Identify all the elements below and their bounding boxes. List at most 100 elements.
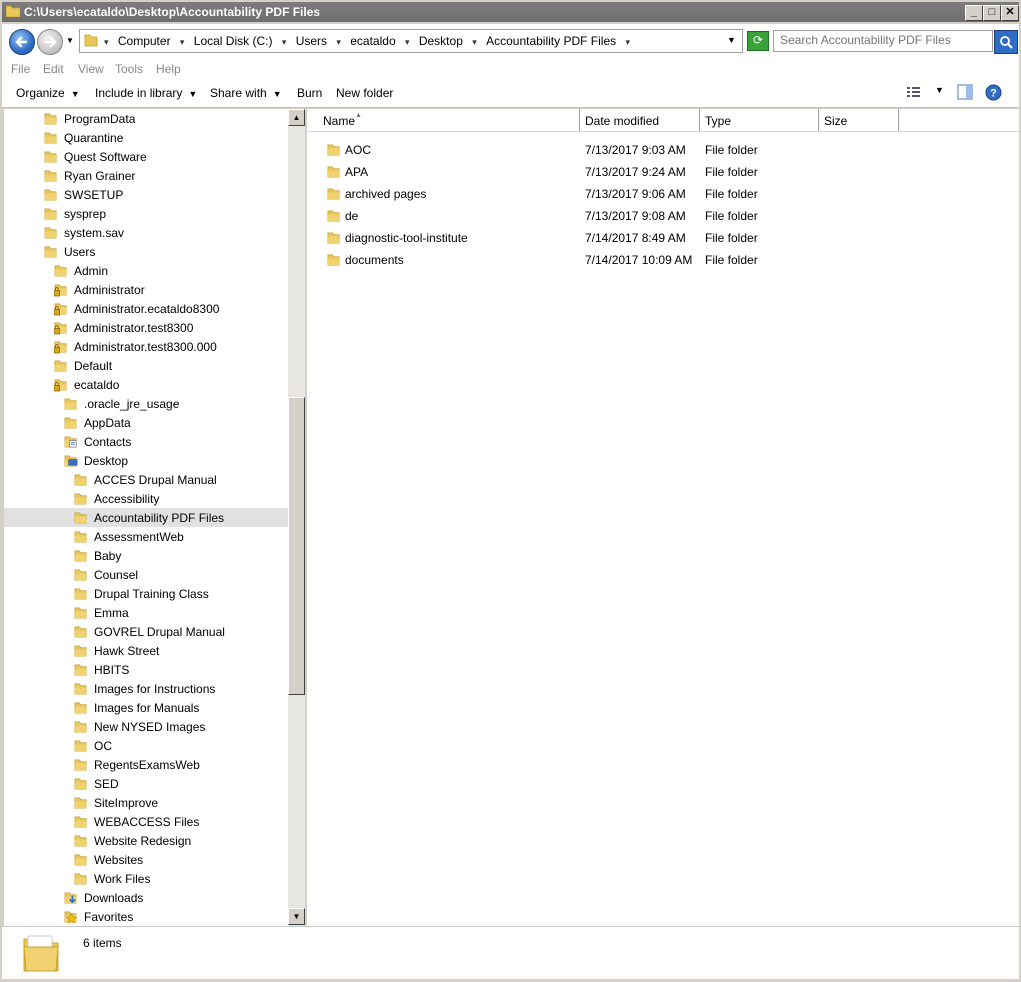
nav-item[interactable]: HBITS <box>4 660 288 679</box>
nav-item[interactable]: SED <box>4 774 288 793</box>
crumb-users[interactable]: Users <box>296 34 327 48</box>
new-folder-button[interactable]: New folder <box>336 86 393 100</box>
share-with-button[interactable]: Share with ▼ <box>210 86 282 100</box>
nav-item[interactable]: Admin <box>4 261 288 280</box>
chevron-down-icon[interactable]: ▾ <box>472 37 477 47</box>
nav-item[interactable]: Emma <box>4 603 288 622</box>
navigation-scrollbar[interactable]: ▲ ▼ <box>288 109 305 926</box>
maximize-button[interactable]: □ <box>983 5 1001 21</box>
nav-item[interactable]: OC <box>4 736 288 755</box>
nav-item[interactable]: ecataldo <box>4 375 288 394</box>
file-row[interactable]: diagnostic-tool-institute 7/14/2017 8:49 … <box>307 226 1019 248</box>
title-bar[interactable]: C:\Users\ecataldo\Desktop\Accountability… <box>2 2 1019 22</box>
navigation-pane[interactable]: ProgramData Quarantine Quest Software Ryan … <box>4 109 288 926</box>
nav-item[interactable]: Drupal Training Class <box>4 584 288 603</box>
help-button[interactable]: ? <box>985 84 1002 104</box>
address-history-dropdown[interactable]: ▼ <box>727 35 736 45</box>
chevron-down-icon[interactable]: ▾ <box>405 37 410 47</box>
crumb-desktop[interactable]: Desktop <box>419 34 463 48</box>
nav-item[interactable]: RegentsExamsWeb <box>4 755 288 774</box>
menu-help[interactable]: Help <box>156 62 181 76</box>
nav-item[interactable]: sysprep <box>4 204 288 223</box>
file-row[interactable]: archived pages 7/13/2017 9:06 AM File fold… <box>307 182 1019 204</box>
nav-item[interactable]: SiteImprove <box>4 793 288 812</box>
crumb-accountability[interactable]: Accountability PDF Files <box>486 34 616 48</box>
chevron-down-icon[interactable]: ▾ <box>180 37 185 47</box>
address-bar[interactable]: ▾ Computer ▾ Local Disk (C:) ▾ Users ▾ e… <box>79 29 743 53</box>
forward-button[interactable] <box>37 29 63 55</box>
nav-item[interactable]: WEBACCESS Files <box>4 812 288 831</box>
burn-button[interactable]: Burn <box>297 86 322 100</box>
nav-item[interactable]: GOVREL Drupal Manual <box>4 622 288 641</box>
close-button[interactable]: ✕ <box>1001 5 1019 21</box>
chevron-down-icon[interactable]: ▾ <box>625 37 630 47</box>
nav-item[interactable]: Accessibility <box>4 489 288 508</box>
nav-item[interactable]: Accountability PDF Files <box>4 508 288 527</box>
preview-pane-button[interactable] <box>957 84 973 103</box>
file-row[interactable]: documents 7/14/2017 10:09 AM File folder <box>307 248 1019 270</box>
menu-view[interactable]: View <box>78 62 104 76</box>
nav-item[interactable]: .oracle_jre_usage <box>4 394 288 413</box>
search-box[interactable] <box>773 30 993 52</box>
nav-item[interactable]: Administrator.test8300 <box>4 318 288 337</box>
search-input[interactable] <box>774 31 990 49</box>
nav-item[interactable]: Ryan Grainer <box>4 166 288 185</box>
nav-item[interactable]: Desktop <box>4 451 288 470</box>
chevron-down-icon[interactable]: ▾ <box>104 37 109 47</box>
recent-pages-dropdown[interactable]: ▼ <box>66 36 74 45</box>
menu-tools[interactable]: Tools <box>115 62 143 76</box>
nav-item[interactable]: Counsel <box>4 565 288 584</box>
nav-item[interactable]: Baby <box>4 546 288 565</box>
column-header-size[interactable]: Size <box>818 109 899 131</box>
search-button[interactable] <box>994 30 1018 54</box>
crumb-computer[interactable]: Computer <box>118 34 171 48</box>
back-button[interactable] <box>9 29 35 55</box>
column-header-name[interactable]: Name ▲ <box>307 109 580 131</box>
menu-file[interactable]: File <box>11 62 30 76</box>
file-row[interactable]: AOC 7/13/2017 9:03 AM File folder <box>307 138 1019 160</box>
crumb-ecataldo[interactable]: ecataldo <box>350 34 395 48</box>
nav-item[interactable]: Images for Instructions <box>4 679 288 698</box>
nav-item[interactable]: New NYSED Images <box>4 717 288 736</box>
menu-edit[interactable]: Edit <box>43 62 64 76</box>
nav-item[interactable]: Quest Software <box>4 147 288 166</box>
nav-item[interactable]: Users <box>4 242 288 261</box>
crumb-local-disk[interactable]: Local Disk (C:) <box>194 34 273 48</box>
organize-button[interactable]: Organize ▼ <box>16 86 80 100</box>
nav-item[interactable]: Favorites <box>4 907 288 926</box>
nav-item[interactable]: Images for Manuals <box>4 698 288 717</box>
scroll-up-button[interactable]: ▲ <box>288 109 305 126</box>
nav-item[interactable]: Websites <box>4 850 288 869</box>
nav-item[interactable]: system.sav <box>4 223 288 242</box>
nav-item[interactable]: Downloads <box>4 888 288 907</box>
nav-item[interactable]: Website Redesign <box>4 831 288 850</box>
chevron-down-icon[interactable]: ▾ <box>336 37 341 47</box>
column-header-type[interactable]: Type <box>699 109 819 131</box>
nav-item[interactable]: Administrator.test8300.000 <box>4 337 288 356</box>
refresh-button[interactable]: ⟳ <box>747 31 769 51</box>
change-view-button[interactable] <box>906 85 922 102</box>
chevron-down-icon[interactable]: ▾ <box>282 37 287 47</box>
view-options-dropdown[interactable]: ▼ <box>935 85 944 95</box>
file-row[interactable]: APA 7/13/2017 9:24 AM File folder <box>307 160 1019 182</box>
nav-item[interactable]: AssessmentWeb <box>4 527 288 546</box>
nav-item[interactable]: Administrator <box>4 280 288 299</box>
scroll-thumb[interactable] <box>288 397 305 695</box>
nav-item[interactable]: Work Files <box>4 869 288 888</box>
nav-item[interactable]: Default <box>4 356 288 375</box>
nav-item[interactable]: AppData <box>4 413 288 432</box>
minimize-button[interactable]: _ <box>965 5 983 21</box>
nav-item[interactable]: SWSETUP <box>4 185 288 204</box>
column-header-date[interactable]: Date modified <box>579 109 700 131</box>
nav-item[interactable]: Administrator.ecataldo8300 <box>4 299 288 318</box>
nav-item[interactable]: ACCES Drupal Manual <box>4 470 288 489</box>
include-in-library-button[interactable]: Include in library ▼ <box>95 86 197 100</box>
nav-item[interactable]: Contacts <box>4 432 288 451</box>
scroll-down-button[interactable]: ▼ <box>288 908 305 925</box>
nav-item[interactable]: ProgramData <box>4 109 288 128</box>
file-date: 7/13/2017 9:24 AM <box>585 165 686 179</box>
nav-item[interactable]: Hawk Street <box>4 641 288 660</box>
nav-item[interactable]: Quarantine <box>4 128 288 147</box>
file-row[interactable]: de 7/13/2017 9:08 AM File folder <box>307 204 1019 226</box>
file-list-pane[interactable]: Name ▲ Date modified Type Size AOC 7/13/2… <box>307 109 1019 926</box>
